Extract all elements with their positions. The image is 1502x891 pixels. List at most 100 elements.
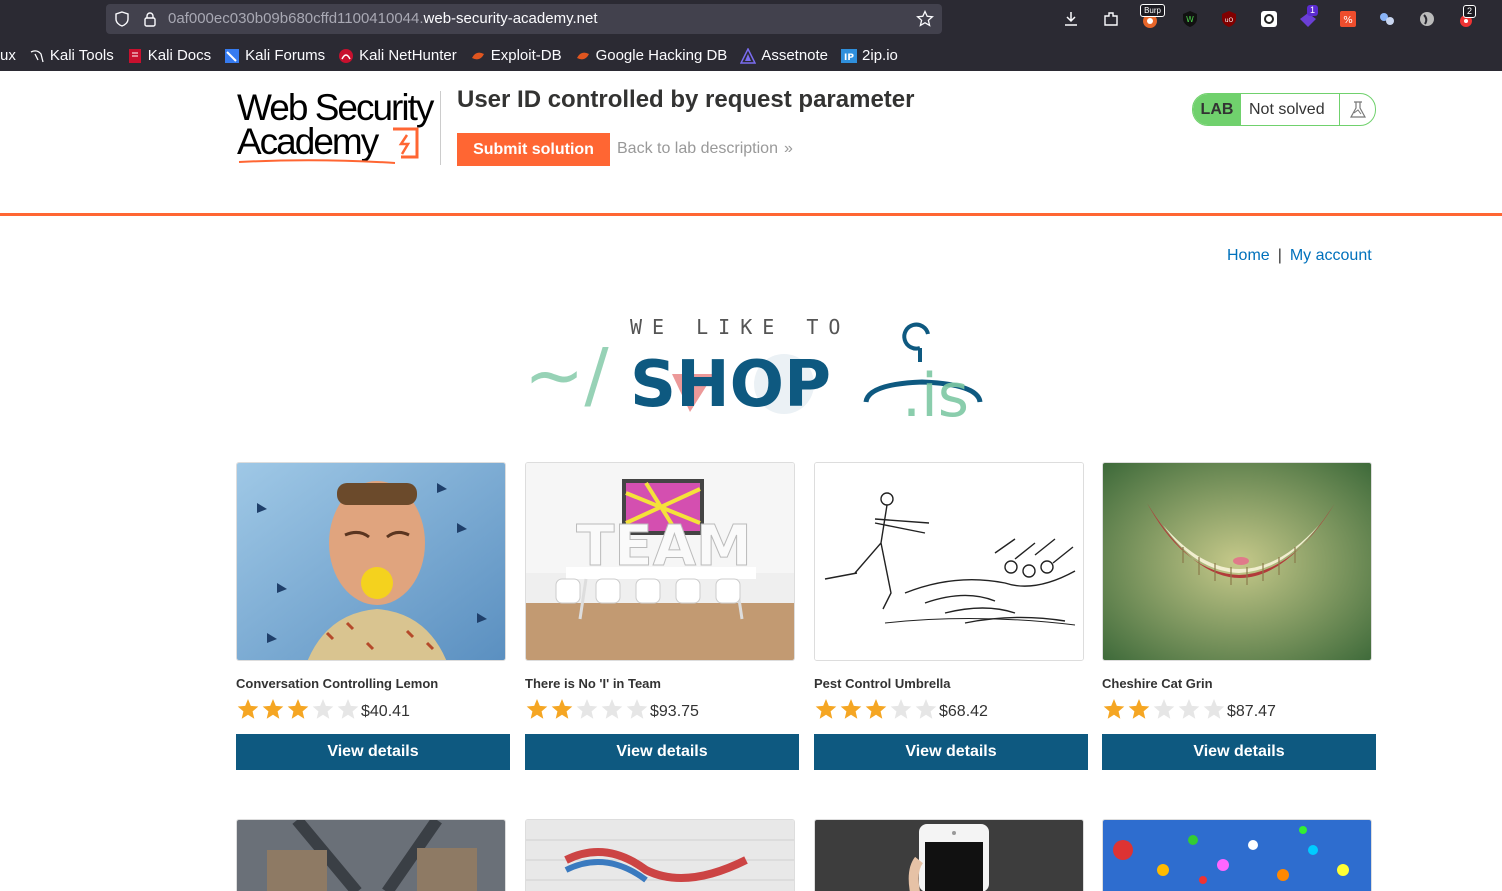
nav-separator: |: [1277, 247, 1282, 264]
star-empty-icon: [1203, 699, 1225, 719]
banner-line1: WE LIKE TO: [630, 315, 850, 339]
banner-line2: SHOP: [630, 348, 831, 422]
ghdb-icon: [576, 52, 589, 59]
view-details-button[interactable]: View details: [525, 734, 799, 770]
bookmark-exploit-db[interactable]: Exploit-DB: [470, 47, 562, 64]
star-empty-icon: [626, 699, 648, 719]
product-price: $40.41: [361, 703, 410, 720]
lab-tag: LAB: [1193, 94, 1241, 125]
bookmark-ux[interactable]: ux: [0, 47, 16, 64]
logo-bolt-icon: [393, 127, 419, 159]
logo-divider: [440, 91, 441, 165]
address-bar[interactable]: 0af000ec030b09b680cffd1100410044.web-sec…: [106, 4, 942, 34]
bookmark-label: Kali Tools: [49, 47, 114, 64]
star-empty-icon: [915, 699, 937, 719]
bookmark-label: 2ip.io: [862, 47, 898, 64]
bookmark-2ip[interactable]: IP 2ip.io: [841, 47, 898, 64]
product-image-partial[interactable]: [1102, 819, 1372, 891]
bookmark-star-icon[interactable]: [916, 10, 934, 28]
bookmark-label: Assetnote: [761, 47, 829, 64]
svg-text:%: %: [1343, 15, 1353, 26]
back-link-label: Back to lab description: [617, 140, 778, 157]
rating-stars: [236, 698, 360, 720]
cookie-icon[interactable]: [1414, 6, 1440, 32]
flask-icon: [1339, 94, 1375, 125]
bookmark-label: Kali NetHunter: [359, 47, 457, 64]
bookmark-ghdb[interactable]: Google Hacking DB: [575, 47, 728, 64]
product-name: Pest Control Umbrella: [814, 676, 951, 691]
lab-status-text: Not solved: [1249, 100, 1325, 118]
bookmark-kali-docs[interactable]: Kali Docs: [127, 47, 211, 64]
rating-stars: [1102, 698, 1226, 720]
star-filled-icon: [840, 699, 862, 719]
logo-line1: Web Security: [237, 87, 434, 128]
hackbar-icon[interactable]: [1256, 6, 1282, 32]
product-name: Conversation Controlling Lemon: [236, 676, 439, 691]
product-image-team[interactable]: TEAM: [525, 462, 795, 661]
bookmark-kali-nethunter[interactable]: Kali NetHunter: [338, 47, 457, 64]
product-card: TEAM There is No 'I' in Team $93.75 View…: [525, 462, 799, 770]
shield-icon[interactable]: [114, 11, 130, 27]
multi-account-icon[interactable]: [1374, 6, 1400, 32]
notification-icon[interactable]: 1: [1295, 5, 1321, 32]
star-empty-icon: [312, 699, 334, 719]
kali-docs-icon: [128, 48, 141, 63]
star-filled-icon: [287, 699, 309, 719]
view-details-button[interactable]: View details: [814, 734, 1088, 770]
star-empty-icon: [601, 699, 623, 719]
product-price: $68.42: [939, 703, 988, 720]
badge-icon[interactable]: 2: [1453, 5, 1479, 32]
view-details-button[interactable]: View details: [236, 734, 510, 770]
product-name: Cheshire Cat Grin: [1102, 676, 1213, 691]
submit-solution-button[interactable]: Submit solution: [457, 133, 610, 166]
logo-underline: [238, 159, 396, 164]
star-empty-icon: [1153, 699, 1175, 719]
star-filled-icon: [551, 699, 573, 719]
star-filled-icon: [526, 699, 548, 719]
nav-my-account-link[interactable]: My account: [1290, 247, 1372, 264]
star-empty-icon: [1178, 699, 1200, 719]
bookmark-assetnote[interactable]: Assetnote: [740, 47, 828, 64]
star-filled-icon: [1103, 699, 1125, 719]
banner-prefix: ~/: [524, 333, 609, 417]
star-filled-icon: [262, 699, 284, 719]
product-image-cheshire[interactable]: [1102, 462, 1372, 661]
product-image-partial[interactable]: [525, 819, 795, 891]
bookmark-label: ux: [0, 47, 16, 64]
view-details-button[interactable]: View details: [1102, 734, 1376, 770]
nav-home-link[interactable]: Home: [1227, 247, 1270, 264]
product-image-lemon[interactable]: [236, 462, 506, 661]
wappalyzer-icon[interactable]: W: [1177, 6, 1203, 32]
kali-icon: [30, 49, 44, 62]
extension-toolbar: Burp W uO 1 % 2: [1058, 4, 1493, 34]
product-name: There is No 'I' in Team: [525, 676, 661, 691]
bookmark-label: Kali Forums: [245, 47, 326, 64]
star-filled-icon: [865, 699, 887, 719]
bookmark-kali-forums[interactable]: Kali Forums: [224, 47, 325, 64]
top-nav: Home | My account: [1227, 247, 1372, 265]
url-text: 0af000ec030b09b680cffd1100410044.web-sec…: [168, 10, 598, 27]
star-filled-icon: [1128, 699, 1150, 719]
lock-icon[interactable]: [142, 11, 158, 27]
burp-icon[interactable]: Burp: [1137, 4, 1165, 32]
bookmark-kali-tools[interactable]: Kali Tools: [29, 47, 114, 64]
kali-forums-icon: [225, 48, 240, 63]
web-security-academy-logo[interactable]: Web Security Academy: [237, 87, 441, 167]
extensions-icon[interactable]: [1098, 6, 1124, 32]
star-filled-icon: [237, 699, 259, 719]
back-to-lab-description-link[interactable]: Back to lab description »: [617, 140, 793, 158]
product-image-partial[interactable]: [814, 819, 1084, 891]
product-image-umbrella[interactable]: [814, 462, 1084, 661]
bookmark-label: Google Hacking DB: [595, 47, 728, 64]
rating-stars: [814, 698, 938, 720]
product-image-partial[interactable]: [236, 819, 506, 891]
product-card: Pest Control Umbrella $68.42 View detail…: [814, 462, 1088, 770]
banner-suffix: .is: [902, 361, 969, 422]
star-empty-icon: [337, 699, 359, 719]
foxyproxy-icon[interactable]: %: [1335, 6, 1361, 32]
bookmarks-bar: ux Kali Tools Kali Docs Kali Forums Kali…: [0, 40, 1502, 71]
download-icon[interactable]: [1058, 6, 1084, 32]
ublock-icon[interactable]: uO: [1216, 6, 1242, 32]
browser-toolbar: 0af000ec030b09b680cffd1100410044.web-sec…: [0, 0, 1502, 40]
product-card: Conversation Controlling Lemon $40.41 Vi…: [236, 462, 510, 770]
